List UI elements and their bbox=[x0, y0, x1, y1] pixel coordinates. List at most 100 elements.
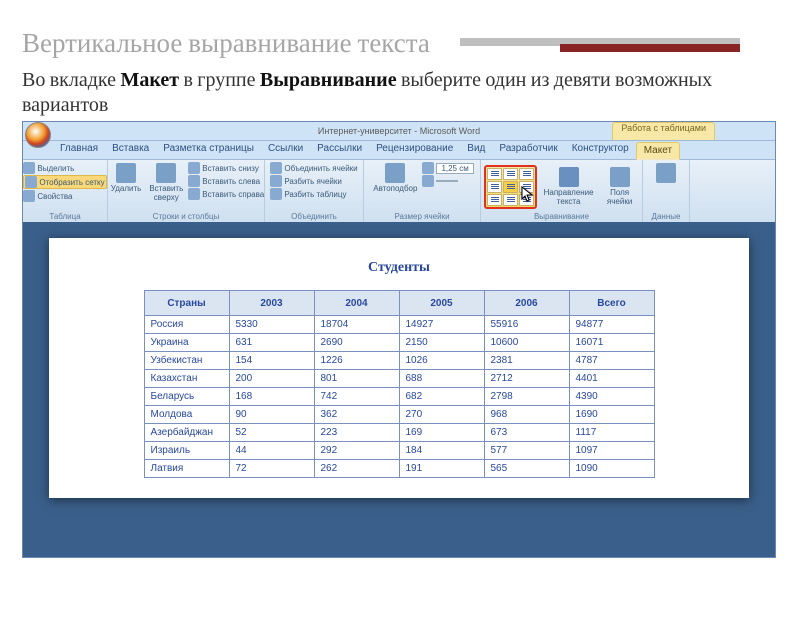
table-row[interactable]: Казахстан20080168827124401 bbox=[144, 370, 654, 388]
table-cell[interactable]: 1690 bbox=[569, 406, 654, 424]
table-cell[interactable]: 801 bbox=[314, 370, 399, 388]
tab-вид[interactable]: Вид bbox=[460, 141, 492, 159]
tab-рассылки[interactable]: Рассылки bbox=[310, 141, 369, 159]
table-cell[interactable]: 94877 bbox=[569, 316, 654, 334]
table-cell[interactable]: 270 bbox=[399, 406, 484, 424]
table-row[interactable]: Азербайджан522231696731117 bbox=[144, 424, 654, 442]
tab-макет[interactable]: Макет bbox=[636, 142, 680, 160]
table-cell[interactable]: 16071 bbox=[569, 334, 654, 352]
align-top-center[interactable] bbox=[503, 168, 518, 180]
align-mid-left[interactable] bbox=[487, 181, 502, 193]
office-button[interactable] bbox=[25, 122, 51, 148]
table-cell[interactable]: 5330 bbox=[229, 316, 314, 334]
table-cell[interactable]: 688 bbox=[399, 370, 484, 388]
split-cells-button[interactable]: Разбить ячейки bbox=[270, 175, 357, 187]
table-cell[interactable]: Молдова bbox=[144, 406, 229, 424]
col-header[interactable]: 2004 bbox=[314, 291, 399, 316]
document-area[interactable]: Студенты Страны2003200420052006Всего Рос… bbox=[23, 222, 775, 557]
table-cell[interactable]: 968 bbox=[484, 406, 569, 424]
table-cell[interactable]: 1226 bbox=[314, 352, 399, 370]
table-cell[interactable]: 44 bbox=[229, 442, 314, 460]
align-bot-right[interactable] bbox=[519, 194, 534, 206]
table-cell[interactable]: 168 bbox=[229, 388, 314, 406]
table-cell[interactable]: 4390 bbox=[569, 388, 654, 406]
col-header[interactable]: Всего bbox=[569, 291, 654, 316]
align-bot-center[interactable] bbox=[503, 194, 518, 206]
table-cell[interactable]: 2798 bbox=[484, 388, 569, 406]
table-cell[interactable]: 2381 bbox=[484, 352, 569, 370]
table-cell[interactable]: 10600 bbox=[484, 334, 569, 352]
split-table-button[interactable]: Разбить таблицу bbox=[270, 188, 357, 200]
table-cell[interactable]: 292 bbox=[314, 442, 399, 460]
table-cell[interactable]: 1117 bbox=[569, 424, 654, 442]
insert-above-button[interactable]: Вставить сверху bbox=[146, 162, 186, 204]
table-cell[interactable]: Украина bbox=[144, 334, 229, 352]
tab-главная[interactable]: Главная bbox=[53, 141, 105, 159]
table-cell[interactable]: 631 bbox=[229, 334, 314, 352]
table-cell[interactable]: 4787 bbox=[569, 352, 654, 370]
table-cell[interactable]: 191 bbox=[399, 460, 484, 478]
tab-разметка страницы[interactable]: Разметка страницы bbox=[156, 141, 261, 159]
table-cell[interactable]: 90 bbox=[229, 406, 314, 424]
table-row[interactable]: Израиль442921845771097 bbox=[144, 442, 654, 460]
align-top-left[interactable] bbox=[487, 168, 502, 180]
table-cell[interactable]: Узбекистан bbox=[144, 352, 229, 370]
table-cell[interactable]: 1026 bbox=[399, 352, 484, 370]
data-button[interactable] bbox=[653, 162, 679, 186]
table-cell[interactable]: 4401 bbox=[569, 370, 654, 388]
text-direction-button[interactable]: Направление текста bbox=[539, 166, 598, 208]
table-row[interactable]: Беларусь16874268227984390 bbox=[144, 388, 654, 406]
table-cell[interactable]: Израиль bbox=[144, 442, 229, 460]
table-row[interactable]: Украина631269021501060016071 bbox=[144, 334, 654, 352]
cell-margins-button[interactable]: Поля ячейки bbox=[600, 166, 639, 208]
insert-below-button[interactable]: Вставить снизу bbox=[188, 162, 264, 174]
table-cell[interactable]: 55916 bbox=[484, 316, 569, 334]
table-cell[interactable]: 362 bbox=[314, 406, 399, 424]
table-cell[interactable]: 742 bbox=[314, 388, 399, 406]
col-header[interactable]: 2006 bbox=[484, 291, 569, 316]
table-cell[interactable]: 72 bbox=[229, 460, 314, 478]
tab-конструктор[interactable]: Конструктор bbox=[565, 141, 636, 159]
show-grid-button[interactable]: Отобразить сетку bbox=[23, 175, 106, 189]
tab-разработчик[interactable]: Разработчик bbox=[492, 141, 564, 159]
table-cell[interactable]: 18704 bbox=[314, 316, 399, 334]
autofit-button[interactable]: Автоподбор bbox=[370, 162, 420, 195]
col-header[interactable]: 2005 bbox=[399, 291, 484, 316]
table-row[interactable]: Россия533018704149275591694877 bbox=[144, 316, 654, 334]
col-width-input[interactable] bbox=[422, 175, 473, 187]
delete-button[interactable]: Удалить bbox=[108, 162, 145, 195]
table-cell[interactable]: 565 bbox=[484, 460, 569, 478]
table-cell[interactable]: Азербайджан bbox=[144, 424, 229, 442]
tab-вставка[interactable]: Вставка bbox=[105, 141, 156, 159]
table-cell[interactable]: 577 bbox=[484, 442, 569, 460]
students-table[interactable]: Страны2003200420052006Всего Россия533018… bbox=[144, 290, 655, 478]
col-header[interactable]: 2003 bbox=[229, 291, 314, 316]
table-cell[interactable]: 682 bbox=[399, 388, 484, 406]
table-cell[interactable]: 52 bbox=[229, 424, 314, 442]
table-cell[interactable]: 14927 bbox=[399, 316, 484, 334]
properties-button[interactable]: Свойства bbox=[23, 190, 106, 202]
table-cell[interactable]: Казахстан bbox=[144, 370, 229, 388]
table-cell[interactable]: 200 bbox=[229, 370, 314, 388]
table-cell[interactable]: 154 bbox=[229, 352, 314, 370]
table-cell[interactable]: 262 bbox=[314, 460, 399, 478]
align-top-right[interactable] bbox=[519, 168, 534, 180]
table-row[interactable]: Молдова903622709681690 bbox=[144, 406, 654, 424]
table-row[interactable]: Узбекистан1541226102623814787 bbox=[144, 352, 654, 370]
insert-right-button[interactable]: Вставить справа bbox=[188, 188, 264, 200]
table-cell[interactable]: Латвия bbox=[144, 460, 229, 478]
alignment-grid[interactable] bbox=[487, 168, 534, 206]
table-cell[interactable]: 673 bbox=[484, 424, 569, 442]
align-mid-center[interactable] bbox=[503, 181, 518, 193]
table-cell[interactable]: 2712 bbox=[484, 370, 569, 388]
tab-рецензирование[interactable]: Рецензирование bbox=[369, 141, 460, 159]
merge-cells-button[interactable]: Объединить ячейки bbox=[270, 162, 357, 174]
table-row[interactable]: Латвия722621915651090 bbox=[144, 460, 654, 478]
align-bot-left[interactable] bbox=[487, 194, 502, 206]
align-mid-right[interactable] bbox=[519, 181, 534, 193]
table-cell[interactable]: 169 bbox=[399, 424, 484, 442]
table-cell[interactable]: Россия bbox=[144, 316, 229, 334]
table-cell[interactable]: 1097 bbox=[569, 442, 654, 460]
col-header[interactable]: Страны bbox=[144, 291, 229, 316]
row-height-input[interactable]: 1,25 см bbox=[422, 162, 473, 174]
